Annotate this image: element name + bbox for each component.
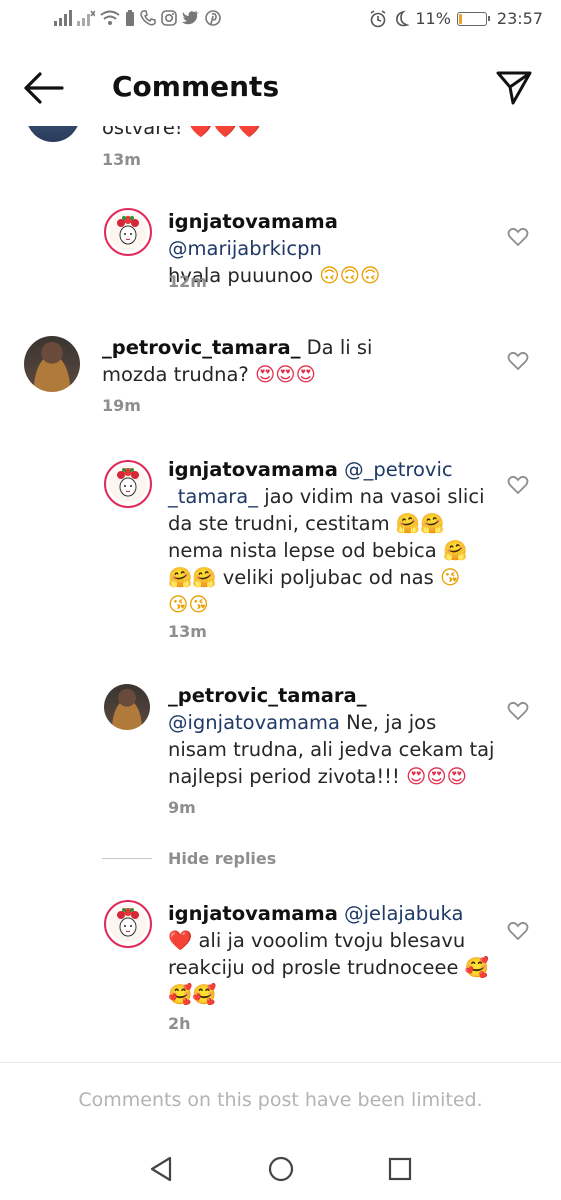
comment-item: ostvare! ❤️❤️❤️ 13m <box>0 126 561 170</box>
avatar-logo-image <box>109 465 147 503</box>
avatar[interactable] <box>24 336 80 392</box>
header: Comments <box>0 50 561 126</box>
wifi-icon <box>100 10 120 25</box>
avatar-logo-image <box>109 905 147 943</box>
like-button[interactable] <box>507 226 529 248</box>
signal-icon <box>54 10 72 26</box>
avatar[interactable] <box>104 460 152 508</box>
circle-home-icon <box>268 1156 294 1182</box>
heart-icon <box>507 921 529 941</box>
comment-time: 13m <box>168 622 207 641</box>
hide-replies-label: Hide replies <box>168 849 277 868</box>
signal-off-icon <box>77 10 95 26</box>
heart-icon <box>507 475 529 495</box>
phone-icon <box>140 10 156 26</box>
comments-limited-notice: Comments on this post have been limited. <box>0 1062 561 1138</box>
reply-item: _petrovic_tamara_ @ignjatovamama Ne, ja … <box>0 682 561 822</box>
status-icons-left <box>54 10 221 26</box>
reply-item: ignjatovamama @_petrovic _tamara_ jao vi… <box>0 456 561 646</box>
instagram-icon <box>161 10 177 26</box>
battery-alert-icon <box>126 10 134 26</box>
battery-level <box>458 13 462 24</box>
comments-list[interactable]: ostvare! ❤️❤️❤️ 13m ignjatovamama @marij… <box>0 126 561 1062</box>
battery-percent: 11% <box>415 9 451 28</box>
square-recents-icon <box>388 1157 412 1181</box>
paper-plane-icon <box>496 71 532 105</box>
comment-text: ignjatovamama @jelajabuka ❤️ ali ja vooo… <box>168 902 489 1006</box>
hide-replies-button[interactable]: Hide replies <box>102 849 276 868</box>
comment-text: _petrovic_tamara_ Da li si mozda trudna?… <box>102 336 373 386</box>
pinterest-icon <box>205 10 221 26</box>
moon-icon <box>396 9 410 26</box>
reply-item: ignjatovamama @marijabrkicpn hvala puuun… <box>0 204 561 304</box>
back-button[interactable] <box>22 70 64 106</box>
like-button[interactable] <box>507 350 529 372</box>
comment-text: ignjatovamama @_petrovic _tamara_ jao vi… <box>168 458 485 616</box>
comment-time: 2h <box>168 1014 191 1033</box>
comment-text: ignjatovamama @marijabrkicpn hvala puuun… <box>168 210 381 287</box>
comment-time: 13m <box>102 150 141 169</box>
like-button[interactable] <box>507 700 529 722</box>
avatar[interactable] <box>104 900 152 948</box>
share-button[interactable] <box>495 68 533 106</box>
reply-item: ignjatovamama @jelajabuka ❤️ ali ja vooo… <box>0 900 561 1040</box>
nav-recents-button[interactable] <box>385 1154 415 1184</box>
heart-icon <box>507 351 529 371</box>
divider-line <box>102 858 152 859</box>
nav-home-button[interactable] <box>266 1154 296 1184</box>
comment-time: 9m <box>168 798 196 817</box>
like-button[interactable] <box>507 920 529 942</box>
alarm-icon <box>370 9 386 27</box>
heart-icon <box>507 227 529 247</box>
battery-icon <box>456 11 490 26</box>
clock: 23:57 <box>496 9 543 28</box>
avatar[interactable] <box>104 684 150 730</box>
like-button[interactable] <box>507 474 529 496</box>
avatar[interactable] <box>26 126 80 142</box>
avatar[interactable] <box>104 208 152 256</box>
comment-time: 19m <box>102 396 141 415</box>
triangle-back-icon <box>150 1156 172 1182</box>
heart-icon <box>507 701 529 721</box>
twitter-icon <box>182 11 199 25</box>
comment-time: 12m <box>168 272 207 291</box>
comment-text: _petrovic_tamara_ @ignjatovamama Ne, ja … <box>168 684 495 788</box>
status-bar: 11% 23:57 <box>0 0 561 42</box>
comment-item: _petrovic_tamara_ Da li si mozda trudna?… <box>0 334 561 424</box>
limited-notice-text: Comments on this post have been limited. <box>78 1089 483 1111</box>
comment-text: ostvare! ❤️❤️❤️ <box>102 126 262 139</box>
nav-back-button[interactable] <box>146 1154 176 1184</box>
page-title: Comments <box>112 70 280 103</box>
avatar-logo-image <box>109 213 147 251</box>
system-nav-bar <box>0 1138 561 1200</box>
status-icons-right: 11% 23:57 <box>369 9 543 28</box>
arrow-left-icon <box>24 72 64 104</box>
